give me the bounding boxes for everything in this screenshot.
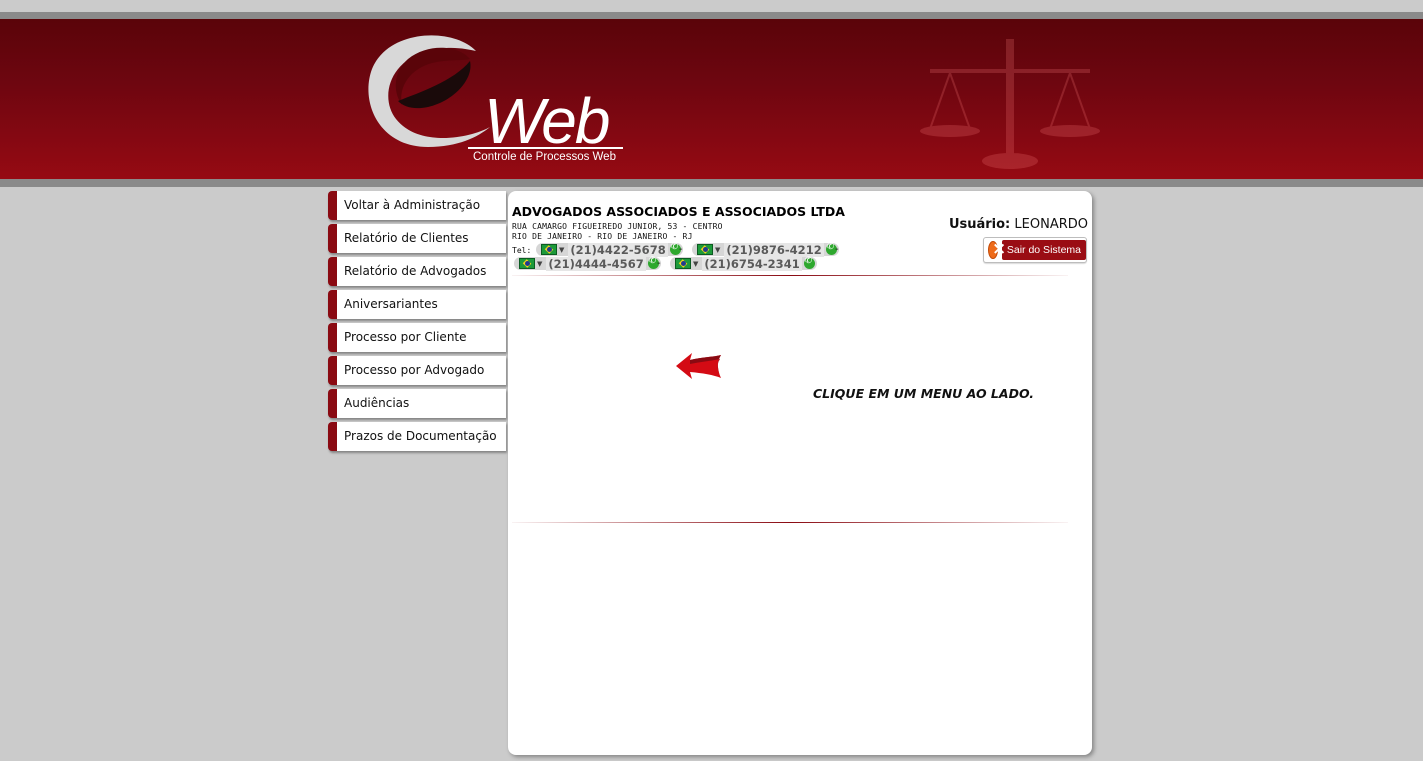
logo-wordmark: Web <box>484 85 610 157</box>
app-logo: Web Controle de Processos Web <box>358 29 638 169</box>
divider <box>512 275 1068 276</box>
brazil-flag-icon <box>697 244 713 255</box>
main-content-panel: ADVOGADOS ASSOCIADOS E ASSOCIADOS LTDA R… <box>508 191 1092 755</box>
scales-of-justice-icon <box>920 39 1100 169</box>
phone-number: (21)4422-5678 <box>568 242 668 257</box>
top-bar <box>0 12 1423 19</box>
phone-separator: - <box>657 258 661 269</box>
phone-number: (21)4444-4567 <box>546 256 646 271</box>
brazil-flag-icon <box>541 244 557 255</box>
logout-button[interactable]: Sair do Sistema <box>983 237 1087 263</box>
phone-entry[interactable]: ▼ (21)6754-2341 <box>670 256 817 271</box>
user-label: Usuário: <box>948 217 1011 232</box>
company-address-line2: RIO DE JANEIRO - RIO DE JANEIRO - RJ <box>512 232 693 241</box>
user-name: LEONARDO <box>1014 217 1088 232</box>
logo-underline <box>468 147 623 149</box>
phone-entry[interactable]: ▼ (21)4422-5678 <box>536 242 683 257</box>
sidebar-item-relatorio-clientes[interactable]: Relatório de Clientes <box>328 224 506 253</box>
brazil-flag-icon <box>675 258 691 269</box>
phone-entry[interactable]: ▼ (21)4444-4567 <box>514 256 661 271</box>
top-strip <box>0 0 1423 12</box>
phone-number: (21)9876-4212 <box>724 242 824 257</box>
left-arrow-icon <box>676 353 721 379</box>
logout-icon <box>988 239 1006 259</box>
sidebar-item-voltar-administracao[interactable]: Voltar à Administração <box>328 191 506 220</box>
user-info: Usuário: LEONARDO <box>949 217 1088 232</box>
brazil-flag-icon <box>519 258 535 269</box>
sidebar-item-aniversariantes[interactable]: Aniversariantes <box>328 290 506 319</box>
phone-separator: - <box>679 244 683 255</box>
sidebar-item-relatorio-advogados[interactable]: Relatório de Advogados <box>328 257 506 286</box>
instruction-text: CLIQUE EM UM MENU AO LADO. <box>813 386 1035 401</box>
logout-label: Sair do Sistema <box>1001 240 1086 260</box>
company-address-line1: RUA CAMARGO FIGUEIREDO JUNIOR, 53 - CENT… <box>512 222 723 231</box>
header-bottom-bar <box>0 179 1423 187</box>
logo-subtitle: Controle de Processos Web <box>473 151 616 163</box>
chevron-down-icon: ▼ <box>537 259 543 268</box>
company-name: ADVOGADOS ASSOCIADOS E ASSOCIADOS LTDA <box>512 204 845 219</box>
sidebar-item-processo-cliente[interactable]: Processo por Cliente <box>328 323 506 352</box>
sidebar-item-prazos-documentacao[interactable]: Prazos de Documentação <box>328 422 506 451</box>
chevron-down-icon: ▼ <box>559 245 565 254</box>
sidebar-menu: Voltar à Administração Relatório de Clie… <box>328 191 506 455</box>
phone-separator: - <box>835 244 839 255</box>
sidebar-item-label: Processo por Advogado <box>344 363 485 377</box>
sidebar-item-label: Processo por Cliente <box>344 330 467 344</box>
sidebar-item-audiencias[interactable]: Audiências <box>328 389 506 418</box>
sidebar-item-processo-advogado[interactable]: Processo por Advogado <box>328 356 506 385</box>
sidebar-item-label: Audiências <box>344 396 410 410</box>
chevron-down-icon: ▼ <box>715 245 721 254</box>
phone-call-icon[interactable] <box>803 256 815 269</box>
chevron-down-icon: ▼ <box>693 259 699 268</box>
sidebar-item-label: Relatório de Clientes <box>344 231 469 245</box>
phone-number: (21)6754-2341 <box>702 256 802 271</box>
header-banner: Web Controle de Processos Web <box>0 19 1423 179</box>
e-logo-icon <box>368 35 490 147</box>
sidebar-item-label: Relatório de Advogados <box>344 264 487 278</box>
tel-label: Tel: <box>512 246 532 255</box>
sidebar-item-label: Prazos de Documentação <box>344 429 497 443</box>
sidebar-item-label: Aniversariantes <box>344 297 438 311</box>
divider <box>512 522 1068 523</box>
phone-entry[interactable]: ▼ (21)9876-4212 <box>692 242 839 257</box>
sidebar-item-label: Voltar à Administração <box>344 198 481 212</box>
